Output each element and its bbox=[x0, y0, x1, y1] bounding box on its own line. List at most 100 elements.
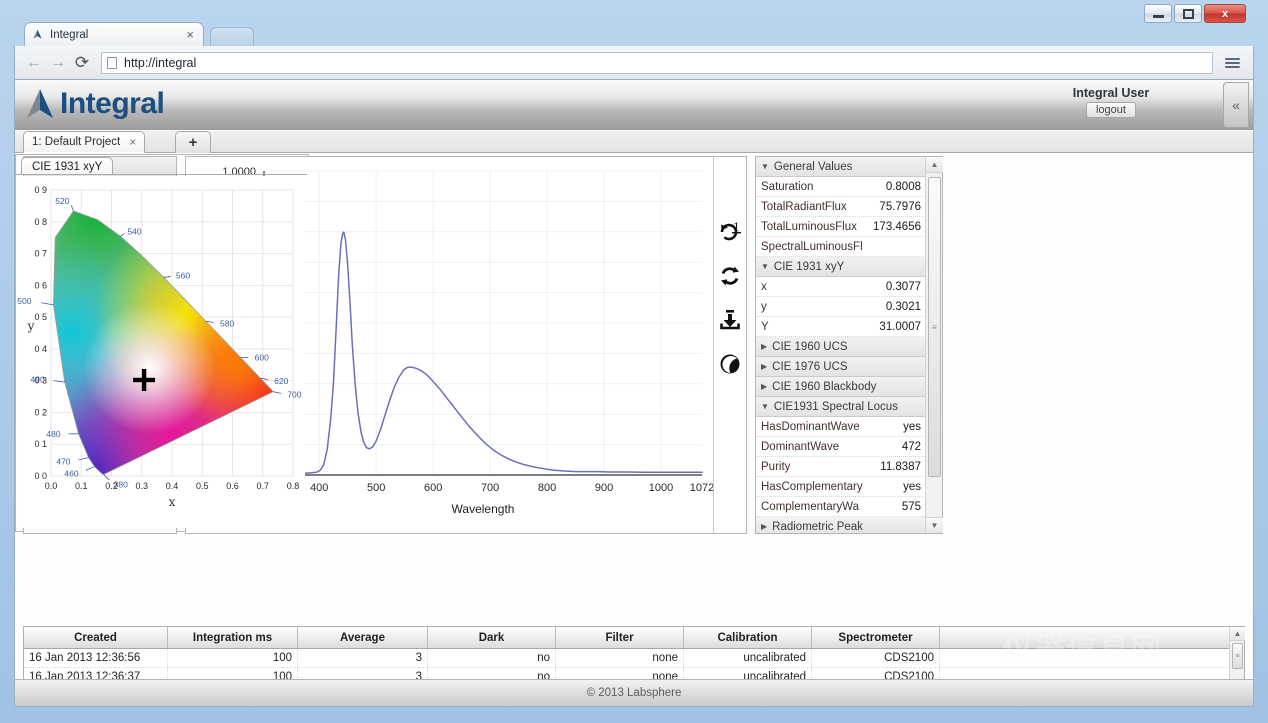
results-column-header[interactable]: Average bbox=[298, 627, 428, 648]
values-row-value: 472 bbox=[901, 440, 921, 453]
table-cell: 3 bbox=[298, 649, 428, 667]
values-scrollbar[interactable]: ▲ ≡ ▼ bbox=[925, 157, 943, 533]
cie-x-tick-label: 0.2 bbox=[105, 481, 118, 491]
window-controls: x bbox=[1142, 4, 1246, 23]
results-column-header[interactable]: Created bbox=[24, 627, 168, 648]
cie-x-axis-label: x bbox=[169, 495, 176, 509]
values-row-label: HasComplementary bbox=[761, 480, 863, 493]
chart-x-axis-label: Wavelength bbox=[452, 502, 515, 516]
values-group-header[interactable]: ▶ CIE 1976 UCS bbox=[756, 357, 926, 377]
table-row[interactable]: 16 Jan 2013 12:36:56 100 3 no none uncalibrat… bbox=[24, 649, 1244, 668]
cie-y-tick-label: 0 7 bbox=[34, 249, 47, 259]
values-row-label: x bbox=[761, 280, 767, 293]
values-row-value: yes bbox=[903, 480, 921, 493]
app-header: Integral Integral User logout « bbox=[15, 80, 1253, 130]
results-scroll-up-icon[interactable]: ▲ bbox=[1230, 627, 1245, 641]
values-row-value: 31.0007 bbox=[879, 320, 921, 333]
values-scroll-down-icon[interactable]: ▼ bbox=[926, 517, 943, 533]
browser-tab-close-icon[interactable]: × bbox=[183, 27, 197, 42]
values-group-title: CIE1931 Spectral Locus bbox=[773, 400, 898, 413]
scan-once-icon[interactable]: 1 bbox=[717, 219, 743, 245]
table-cell: 16 Jan 2013 12:36:20 bbox=[24, 706, 168, 707]
user-name: Integral User bbox=[1072, 86, 1150, 100]
values-group-header[interactable]: ▼ General Values bbox=[756, 157, 926, 177]
browser-tab[interactable]: Integral × bbox=[24, 22, 204, 46]
values-row-label: HasDominantWave bbox=[761, 420, 860, 433]
values-row: TotalLuminousFlux 173.4656 bbox=[756, 217, 926, 237]
chart-x-tick-label: 1000 bbox=[649, 482, 673, 494]
table-cell: 16 Jan 2013 12:36:56 bbox=[24, 649, 168, 667]
values-group-header[interactable]: ▼ CIE 1931 xyY bbox=[756, 257, 926, 277]
values-group-title: CIE 1976 UCS bbox=[772, 360, 848, 373]
chevron-right-icon: ▶ bbox=[761, 362, 768, 371]
cie-chromaticity-diagram[interactable]: 3804604704804905005205405605806006207000… bbox=[17, 176, 305, 528]
table-row[interactable]: 16 Jan 2013 12:36:201003nononeuncalibrat… bbox=[24, 706, 1244, 707]
dark-contrast-icon[interactable] bbox=[717, 351, 743, 377]
values-scroll-up-icon[interactable]: ▲ bbox=[926, 157, 943, 173]
forward-icon[interactable]: → bbox=[47, 52, 69, 74]
maximize-button[interactable] bbox=[1174, 4, 1202, 23]
cie-x-tick-label: 0.5 bbox=[196, 481, 209, 491]
cie-tab-underline bbox=[15, 174, 307, 175]
cie-wavelength-label: 580 bbox=[220, 318, 234, 328]
back-icon[interactable]: ← bbox=[23, 52, 45, 74]
cie-y-tick-label: 0 2 bbox=[34, 407, 47, 417]
values-row: Saturation 0.8008 bbox=[756, 177, 926, 197]
table-cell: uncalibrated bbox=[684, 706, 812, 707]
values-row-value: 75.7976 bbox=[879, 200, 921, 213]
chart-x-tick-label: 700 bbox=[481, 482, 499, 494]
chevron-down-icon: ▼ bbox=[761, 262, 769, 271]
project-tab-close-icon[interactable]: × bbox=[129, 135, 136, 149]
app-brand: Integral bbox=[23, 86, 165, 122]
collapse-panel-button[interactable]: « bbox=[1223, 82, 1249, 128]
values-row-label: Saturation bbox=[761, 180, 814, 193]
project-tab-default[interactable]: 1: Default Project × bbox=[23, 131, 146, 153]
table-cell: none bbox=[556, 706, 684, 707]
integral-favicon bbox=[33, 29, 42, 39]
cie-wavelength-label: 540 bbox=[127, 226, 141, 236]
chart-x-tick-label: 500 bbox=[367, 482, 385, 494]
add-project-tab-button[interactable]: + bbox=[175, 131, 211, 153]
results-column-header[interactable]: Calibration bbox=[684, 627, 812, 648]
results-column-header[interactable]: Filter bbox=[556, 627, 684, 648]
cie-wavelength-label: 700 bbox=[287, 390, 301, 400]
values-row: HasDominantWave yes bbox=[756, 417, 926, 437]
browser-menu-icon[interactable] bbox=[1219, 51, 1245, 75]
reload-icon[interactable]: ⟳ bbox=[71, 52, 93, 74]
cie-tab[interactable]: CIE 1931 xyY bbox=[21, 157, 114, 175]
values-row-value: 575 bbox=[901, 500, 921, 513]
close-button[interactable]: x bbox=[1204, 4, 1246, 23]
results-scroll-thumb[interactable]: ≡ bbox=[1232, 643, 1243, 669]
values-group-header[interactable]: ▶ Radiometric Peak bbox=[756, 517, 926, 533]
project-tab-label: 1: Default Project bbox=[32, 136, 121, 148]
results-column-header[interactable]: Integration ms bbox=[168, 627, 298, 648]
values-group-header[interactable]: ▶ CIE 1960 Blackbody bbox=[756, 377, 926, 397]
values-row: Y 31.0007 bbox=[756, 317, 926, 337]
results-column-header[interactable]: Spectrometer bbox=[812, 627, 940, 648]
measurement-values-panel: ▼ General Values Saturation 0.8008 Total… bbox=[755, 156, 943, 534]
cie-wavelength-label: 460 bbox=[64, 469, 78, 479]
values-row: SpectralLuminousFl bbox=[756, 237, 926, 257]
os-window: x Integral × ← → ⟳ http://integral Integ… bbox=[0, 0, 1268, 723]
results-column-header[interactable]: Dark bbox=[428, 627, 556, 648]
new-tab-button[interactable] bbox=[210, 27, 254, 46]
scan-continuous-icon[interactable] bbox=[717, 263, 743, 289]
values-row: x 0.3077 bbox=[756, 277, 926, 297]
cie-wavelength-label: 480 bbox=[46, 429, 60, 439]
address-bar[interactable]: http://integral bbox=[101, 51, 1213, 74]
values-row-value: 0.3077 bbox=[885, 280, 921, 293]
app-brand-text: Integral bbox=[60, 87, 165, 120]
minimize-button[interactable] bbox=[1144, 4, 1172, 23]
work-area: ▼ Scan Settings Integration ms 100 Avera… bbox=[15, 154, 1253, 624]
save-download-icon[interactable] bbox=[717, 307, 743, 333]
cie-x-tick-label: 0.6 bbox=[226, 481, 239, 491]
values-scroll-thumb[interactable]: ≡ bbox=[928, 177, 941, 477]
cie-y-tick-label: 0 1 bbox=[34, 439, 47, 449]
cie-wavelength-label: 560 bbox=[176, 271, 190, 281]
logout-button[interactable]: logout bbox=[1086, 102, 1136, 118]
values-row: HasComplementary yes bbox=[756, 477, 926, 497]
table-cell: none bbox=[556, 649, 684, 667]
values-group-header[interactable]: ▼ CIE1931 Spectral Locus bbox=[756, 397, 926, 417]
values-group-header[interactable]: ▶ CIE 1960 UCS bbox=[756, 337, 926, 357]
table-cell: uncalibrated bbox=[684, 649, 812, 667]
